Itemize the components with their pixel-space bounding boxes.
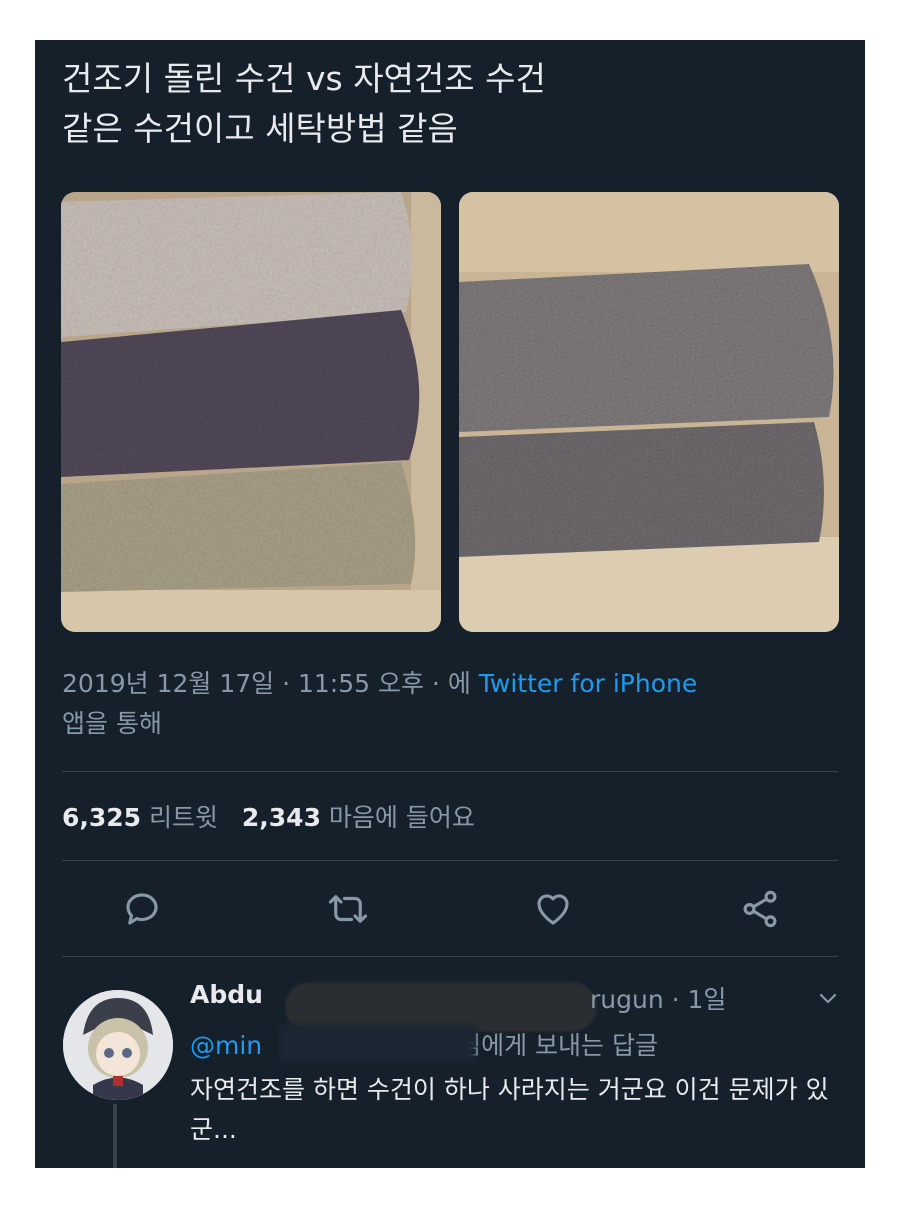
reply-header: Abdu rugun · 1일 [190, 980, 810, 1032]
photo-air-dried-towels[interactable] [459, 192, 839, 632]
like-count: 2,343 [241, 803, 321, 832]
share-icon[interactable] [739, 888, 781, 930]
reply-text: 자연건조를 하면 수건이 하나 사라지는 거군요 이건 문제가 있군... [190, 1075, 829, 1144]
divider [62, 771, 838, 772]
avatar[interactable] [63, 990, 173, 1100]
tweet-actions [35, 888, 865, 934]
tweet-metadata: 2019년 12월 17일 · 11:55 오후 · 에 Twitter for… [62, 664, 842, 744]
tweet-text-line-2: 같은 수건이고 세탁방법 같음 [62, 109, 458, 148]
like-stat[interactable]: 2,343 마음에 들어요 [242, 803, 475, 832]
retweet-label: 리트윗 [149, 803, 219, 832]
tweet-text-line-1: 건조기 돌린 수건 vs 자연건조 수건 [62, 59, 546, 98]
divider [62, 860, 838, 861]
thread-line [113, 1104, 117, 1168]
tweet-timestamp[interactable]: 2019년 12월 17일 · 11:55 오후 · 에 [62, 669, 471, 698]
tweet-card: 건조기 돌린 수건 vs 자연건조 수건 같은 수건이고 세탁방법 같음 201… [35, 40, 865, 1168]
reply-tweet[interactable]: Abdu rugun · 1일 @min 님에게 보내는 답글 자연건조를 하면… [35, 960, 865, 1168]
like-label: 마음에 들어요 [328, 803, 475, 832]
tweet-text: 건조기 돌린 수건 vs 자연건조 수건 같은 수건이고 세탁방법 같음 [62, 54, 842, 154]
reply-author-name[interactable]: Abdu [190, 980, 263, 1009]
tweet-media[interactable] [61, 192, 841, 632]
chevron-down-icon[interactable] [815, 988, 841, 1008]
reply-handle-time: rugun · 1일 [590, 985, 727, 1014]
redaction-mark [280, 1024, 475, 1062]
retweet-count: 6,325 [62, 803, 142, 832]
source-via-text: 앱을 통해 [62, 709, 162, 738]
reply-icon[interactable] [121, 888, 163, 930]
reply-to-suffix: 님에게 보내는 답글 [458, 1031, 658, 1060]
photo-dryer-towels[interactable] [61, 192, 441, 632]
source-app-link[interactable]: Twitter for iPhone [479, 669, 697, 698]
like-icon[interactable] [532, 888, 574, 930]
mention-link[interactable]: @min [190, 1031, 262, 1060]
retweet-stat[interactable]: 6,325 리트윗 [62, 803, 218, 832]
divider [62, 956, 838, 957]
tweet-stats: 6,325 리트윗 2,343 마음에 들어요 [62, 798, 475, 834]
retweet-icon[interactable] [327, 888, 369, 930]
